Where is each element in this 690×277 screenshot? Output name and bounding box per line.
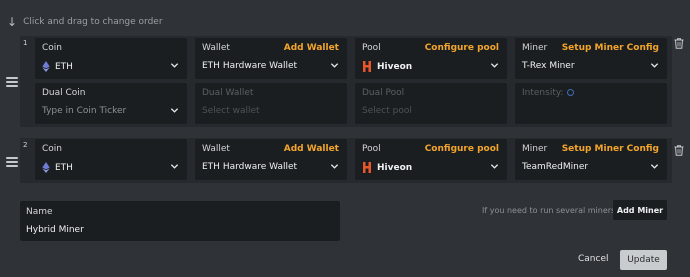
pool-value: Hiveon [377, 61, 413, 72]
eth-icon [42, 162, 50, 173]
coin-value: ETH [55, 162, 73, 173]
miner-value: TeamRedMiner [522, 162, 589, 172]
eth-icon [42, 61, 50, 72]
dual-pool-label: Dual Pool [362, 88, 405, 98]
miner-select[interactable]: Miner Setup Miner Config T-Rex Miner [515, 38, 667, 79]
miner-select[interactable]: Miner Setup Miner Config TeamRedMiner [515, 139, 667, 180]
wallet-value: ETH Hardware Wallet [202, 61, 298, 71]
miner-value: T-Rex Miner [522, 61, 575, 71]
wallet-value: ETH Hardware Wallet [202, 162, 298, 172]
dual-wallet-label: Dual Wallet [202, 88, 254, 98]
wallet-select[interactable]: Wallet Add Wallet ETH Hardware Wallet [195, 38, 347, 79]
row-number: 1 [23, 39, 28, 47]
chevron-down-icon [170, 108, 179, 113]
coin-select[interactable]: Coin ETH [35, 38, 187, 79]
pool-select[interactable]: Pool Configure pool Hiveon [355, 38, 507, 79]
dual-coin-input[interactable]: Dual Coin Type in Coin Ticker [35, 83, 187, 124]
wallet-label: Wallet [202, 144, 230, 154]
pool-label: Pool [362, 144, 381, 154]
chevron-down-icon [330, 164, 339, 169]
trash-icon[interactable] [674, 38, 684, 49]
row-number: 2 [23, 141, 28, 149]
coin-value: ETH [55, 61, 73, 72]
dual-pool-select[interactable]: Dual Pool Select pool [355, 83, 507, 124]
intensity-field[interactable]: Intensity: [515, 83, 667, 124]
arrow-down-icon: ↓ [7, 15, 18, 29]
info-icon[interactable] [566, 89, 574, 96]
chevron-down-icon [650, 63, 659, 68]
reorder-hint: ↓ Click and drag to change order [7, 16, 163, 28]
dual-pool-placeholder: Select pool [362, 106, 412, 116]
configure-pool-link[interactable]: Configure pool [425, 144, 499, 154]
dual-wallet-select[interactable]: Dual Wallet Select wallet [195, 83, 347, 124]
name-label: Name [26, 207, 53, 217]
pool-label: Pool [362, 43, 381, 53]
chevron-down-icon [650, 164, 659, 169]
pool-select[interactable]: Pool Configure pool Hiveon [355, 139, 507, 180]
add-wallet-link[interactable]: Add Wallet [284, 43, 339, 53]
coin-select[interactable]: Coin ETH [35, 139, 187, 180]
wallet-label: Wallet [202, 43, 230, 53]
drag-handle-icon[interactable] [6, 157, 18, 167]
chevron-down-icon [170, 63, 179, 68]
several-miners-hint: If you need to run several miners [482, 206, 616, 215]
dual-coin-label: Dual Coin [42, 88, 86, 98]
intensity-label: Intensity: [522, 88, 564, 98]
name-field[interactable]: Name Hybrid Miner [20, 201, 340, 241]
add-wallet-link[interactable]: Add Wallet [284, 144, 339, 154]
add-miner-button[interactable]: Add Miner [613, 200, 667, 220]
pool-value: Hiveon [377, 162, 413, 173]
miner-label: Miner [522, 144, 548, 154]
dual-wallet-placeholder: Select wallet [202, 106, 260, 116]
configure-pool-link[interactable]: Configure pool [425, 43, 499, 53]
reorder-hint-text: Click and drag to change order [23, 17, 163, 27]
update-button[interactable]: Update [620, 250, 667, 270]
hiveon-icon [363, 61, 371, 72]
drag-handle-icon[interactable] [6, 77, 18, 87]
wallet-select[interactable]: Wallet Add Wallet ETH Hardware Wallet [195, 139, 347, 180]
chevron-down-icon [170, 164, 179, 169]
chevron-down-icon [490, 63, 499, 68]
hiveon-icon [363, 162, 371, 173]
coin-label: Coin [42, 43, 62, 53]
name-value: Hybrid Miner [26, 225, 84, 235]
coin-label: Coin [42, 144, 62, 154]
setup-miner-config-link[interactable]: Setup Miner Config [562, 144, 659, 154]
cancel-button[interactable]: Cancel [578, 254, 609, 264]
setup-miner-config-link[interactable]: Setup Miner Config [562, 43, 659, 53]
miner-label: Miner [522, 43, 548, 53]
chevron-down-icon [330, 63, 339, 68]
trash-icon[interactable] [674, 145, 684, 156]
dual-coin-placeholder: Type in Coin Ticker [42, 106, 127, 116]
chevron-down-icon [490, 164, 499, 169]
